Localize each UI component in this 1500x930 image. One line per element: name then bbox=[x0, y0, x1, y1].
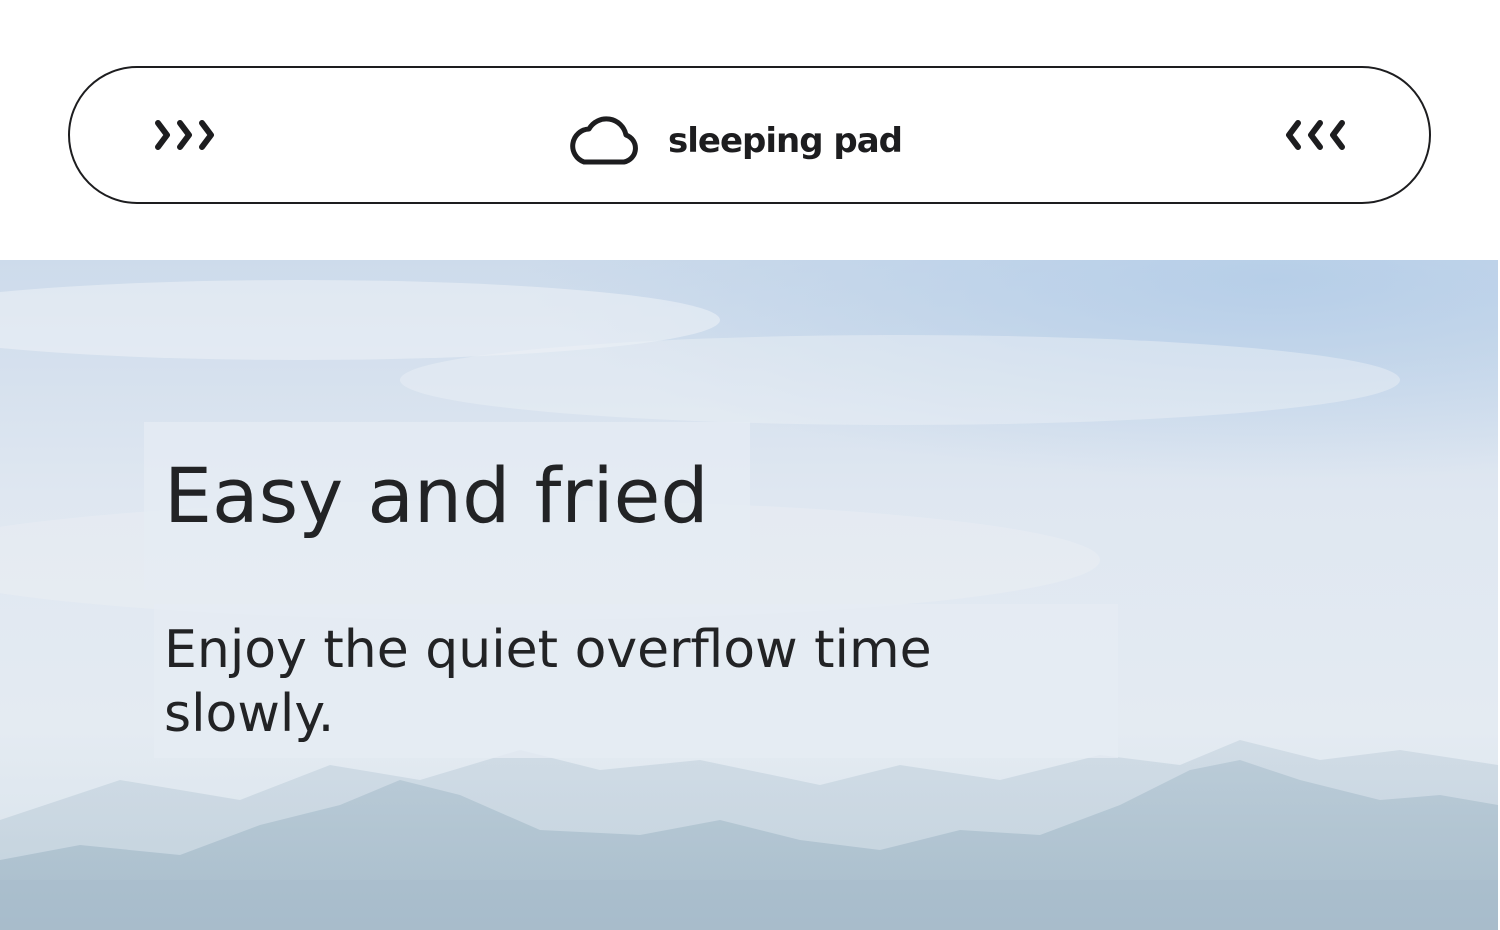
mountain-background bbox=[0, 260, 1498, 930]
brand-name: sleeping pad bbox=[668, 121, 903, 161]
chevrons-right-icon[interactable] bbox=[152, 115, 222, 155]
hero-headline: Easy and fried bbox=[164, 451, 709, 540]
hero-section: Easy and fried Enjoy the quiet overflow … bbox=[0, 260, 1498, 930]
headline-panel: Easy and fried bbox=[144, 422, 750, 590]
nav-bar: sleeping pad bbox=[68, 66, 1431, 204]
subtitle-panel: Enjoy the quiet overflow time slowly. bbox=[154, 604, 1118, 758]
brand-logo[interactable]: sleeping pad bbox=[566, 112, 903, 166]
hero-subtitle: Enjoy the quiet overflow time slowly. bbox=[164, 620, 932, 744]
header: sleeping pad bbox=[0, 0, 1500, 260]
cloud-icon bbox=[570, 116, 638, 165]
chevrons-left-icon[interactable] bbox=[1283, 115, 1353, 155]
